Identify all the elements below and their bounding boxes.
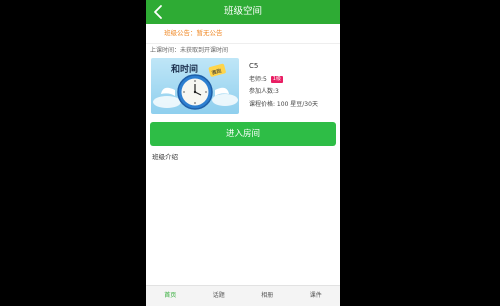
- page-title: 班级空间: [223, 6, 262, 17]
- phone-screen: 班级空间 班级公告：暂无公告 上课时间：未获取到开课时间 和时间 赛跑 C5 老…: [146, 0, 340, 306]
- class-intro-heading: 班级介绍: [152, 153, 178, 161]
- announcement-bar: 班级公告：暂无公告: [146, 24, 340, 44]
- class-schedule-text: 上课时间：未获取到开课时间: [150, 47, 229, 54]
- top-bar: 班级空间: [146, 0, 340, 24]
- thumbnail-title: 和时间: [170, 63, 198, 75]
- class-thumbnail: 和时间 赛跑: [151, 58, 239, 114]
- enter-room-button[interactable]: 进入房间: [150, 122, 336, 146]
- teacher-row: 老师:5 1级: [249, 75, 318, 88]
- clock-illustration: 和时间 赛跑: [151, 58, 239, 114]
- announcement-text: 班级公告：暂无公告: [164, 29, 223, 37]
- participants-text: 参加人数:3: [249, 88, 279, 95]
- bottom-tab-bar: 首页 话题 相册 课件: [146, 285, 340, 306]
- tab-topics[interactable]: 话题: [195, 286, 244, 306]
- tab-courseware[interactable]: 课件: [292, 286, 341, 306]
- tab-home[interactable]: 首页: [146, 286, 195, 306]
- teacher-text: 老师:5: [249, 75, 267, 83]
- class-info: C5 老师:5 1级 参加人数:3 课程价格: 100 星豆/30天: [249, 62, 318, 112]
- level-badge: 1级: [270, 75, 283, 83]
- tab-album[interactable]: 相册: [243, 286, 292, 306]
- class-name: C5: [249, 62, 259, 70]
- price-text: 课程价格: 100 星豆/30天: [249, 100, 318, 108]
